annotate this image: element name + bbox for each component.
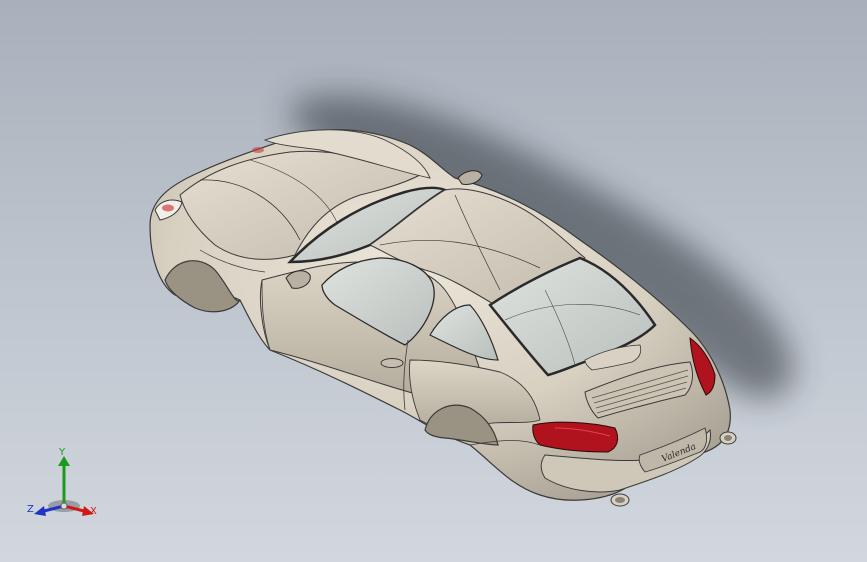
axis-triad: Y Z X — [26, 448, 102, 520]
z-axis-label: Z — [27, 504, 34, 515]
door-handle — [380, 358, 404, 368]
car-body-model[interactable]: Valenda — [0, 0, 867, 562]
y-axis-arrow — [58, 456, 70, 506]
exhaust-tip-right — [719, 431, 737, 445]
exhaust-tip-left — [610, 493, 630, 507]
y-axis-label: Y — [59, 447, 66, 458]
graphics-viewport[interactable]: Valenda Y Z X — [0, 0, 867, 562]
x-axis-label: X — [90, 506, 97, 517]
